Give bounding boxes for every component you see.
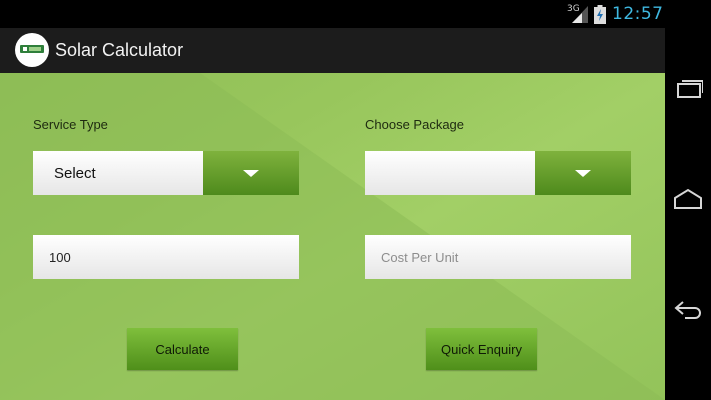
cost-per-unit-input[interactable]: [365, 235, 631, 279]
home-icon[interactable]: [673, 188, 703, 210]
signal-icon: [572, 6, 588, 23]
calculate-button[interactable]: Calculate: [127, 328, 238, 370]
app-logo-icon: [15, 33, 49, 67]
quick-enquiry-button[interactable]: Quick Enquiry: [426, 328, 537, 370]
service-type-spinner[interactable]: Select: [33, 151, 299, 195]
choose-package-spinner[interactable]: [365, 151, 631, 195]
page-title: Solar Calculator: [55, 40, 184, 60]
service-type-label: Service Type: [33, 117, 108, 132]
service-type-dropdown-button[interactable]: [203, 151, 299, 195]
choose-package-field[interactable]: [365, 151, 535, 195]
dropdown-arrow-icon: [575, 169, 591, 177]
dropdown-arrow-icon: [243, 169, 259, 177]
clock: 12:57: [612, 4, 664, 24]
calculator-form: Service Type Choose Package Select Calcu…: [0, 73, 665, 400]
back-icon[interactable]: [673, 298, 703, 320]
service-type-field[interactable]: Select: [33, 151, 203, 195]
recent-apps-icon[interactable]: [673, 78, 703, 100]
units-input[interactable]: [33, 235, 299, 279]
choose-package-dropdown-button[interactable]: [535, 151, 631, 195]
action-bar: Solar Calculator: [0, 28, 665, 73]
status-bar: 3G 12:57: [0, 0, 665, 28]
choose-package-label: Choose Package: [365, 117, 465, 132]
navigation-bar: [665, 0, 711, 400]
service-type-value: Select: [54, 164, 96, 182]
battery-charging-icon: [594, 5, 606, 24]
